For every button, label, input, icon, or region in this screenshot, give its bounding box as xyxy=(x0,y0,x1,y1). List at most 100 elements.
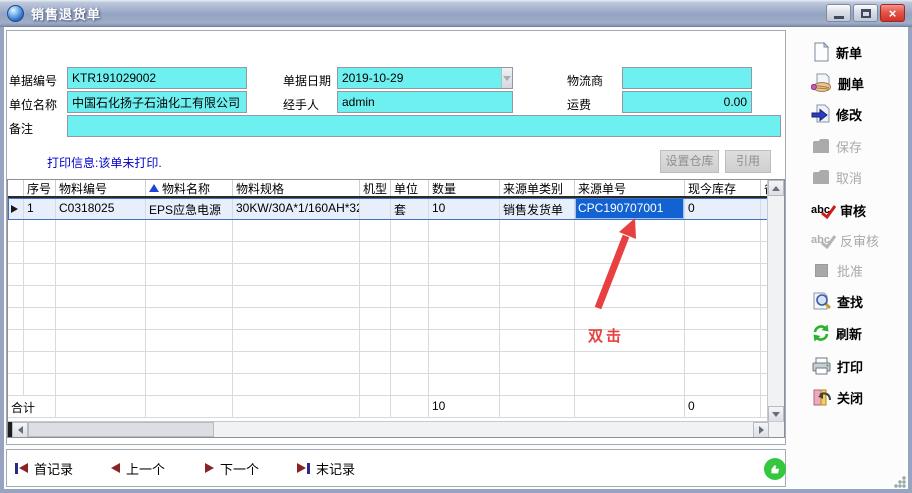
total-row: 合计 10 0 xyxy=(8,396,769,418)
refresh-button[interactable]: 刷新 xyxy=(811,320,862,346)
next-record-icon xyxy=(205,463,214,473)
logistics-field[interactable] xyxy=(622,67,752,89)
header-source-type[interactable]: 来源单类别 xyxy=(500,180,575,196)
total-qty: 10 xyxy=(429,396,500,417)
empty-grid-row xyxy=(8,374,769,396)
close-form-icon xyxy=(811,387,832,407)
quote-button[interactable]: 引用 xyxy=(725,150,771,173)
first-record-icon xyxy=(15,463,28,474)
delete-order-button[interactable]: 删单 xyxy=(811,70,864,96)
search-label: 查找 xyxy=(837,292,863,311)
freight-label: 运费 xyxy=(567,96,591,113)
nav-next-record[interactable]: 下一个 xyxy=(205,450,259,486)
delete-order-label: 删单 xyxy=(838,74,864,93)
nav-first-label: 首记录 xyxy=(34,459,73,478)
print-icon xyxy=(811,356,832,376)
header-unit[interactable]: 单位 xyxy=(391,180,429,196)
doc-no-field[interactable] xyxy=(67,67,247,89)
cell-unit[interactable]: 套 xyxy=(391,198,429,219)
delete-order-icon xyxy=(811,73,833,93)
cancel-button[interactable]: 取消 xyxy=(811,164,862,190)
unit-name-field[interactable] xyxy=(67,91,247,113)
nav-previous-label: 上一个 xyxy=(126,459,165,478)
resize-grip[interactable] xyxy=(893,475,906,488)
header-seq[interactable]: 序号 xyxy=(24,180,56,196)
hscroll-thumb[interactable] xyxy=(28,422,214,437)
remark-field[interactable] xyxy=(67,115,781,137)
header-stock[interactable]: 现今库存 xyxy=(685,180,761,196)
globe-icon xyxy=(7,5,24,22)
header-qty[interactable]: 数量 xyxy=(429,180,500,196)
new-order-button[interactable]: 新单 xyxy=(811,39,862,65)
scroll-down-button[interactable] xyxy=(768,406,784,422)
handler-field[interactable] xyxy=(337,91,513,113)
row-selector xyxy=(8,198,24,219)
print-info-text: 打印信息:该单未打印. xyxy=(47,154,162,171)
doc-date-field[interactable] xyxy=(338,68,501,88)
header-model[interactable]: 机型 xyxy=(360,180,391,196)
titlebar: 销售退货单 xyxy=(0,0,912,27)
header-code[interactable]: 物料编号 xyxy=(56,180,146,196)
print-button[interactable]: 打印 xyxy=(811,353,863,379)
cancel-label: 取消 xyxy=(836,168,862,187)
modify-button[interactable]: 修改 xyxy=(811,101,862,127)
audit-button[interactable]: abc 审核 xyxy=(811,197,866,223)
set-warehouse-button[interactable]: 设置仓库 xyxy=(660,150,719,173)
new-order-icon xyxy=(811,42,831,62)
nav-previous-record[interactable]: 上一个 xyxy=(111,450,165,486)
cell-code[interactable]: C0318025 xyxy=(56,198,146,219)
search-button[interactable]: 查找 xyxy=(811,288,863,314)
print-label: 打印 xyxy=(837,357,863,376)
empty-grid-row xyxy=(8,308,769,330)
cell-name[interactable]: EPS应急电源 xyxy=(146,198,233,219)
empty-grid-row xyxy=(8,330,769,352)
new-order-label: 新单 xyxy=(836,43,862,62)
cell-seq[interactable]: 1 xyxy=(24,198,56,219)
modify-icon xyxy=(811,104,831,124)
logistics-label: 物流商 xyxy=(567,72,603,89)
save-label: 保存 xyxy=(836,137,862,156)
cell-qty[interactable]: 10 xyxy=(429,198,500,219)
approve-label: 批准 xyxy=(837,261,863,280)
header-spec[interactable]: 物料规格 xyxy=(233,180,360,196)
unaudit-label: 反审核 xyxy=(840,231,879,250)
minimize-button[interactable] xyxy=(826,4,851,22)
cell-model[interactable] xyxy=(360,198,391,219)
cell-spec[interactable]: 30KW/30A*1/160AH*32 xyxy=(233,198,360,219)
approve-button[interactable]: 批准 xyxy=(811,257,863,283)
header-name-label: 物料名称 xyxy=(162,180,210,196)
empty-grid-row xyxy=(8,242,769,264)
header-name[interactable]: 物料名称 xyxy=(146,180,233,196)
save-button[interactable]: 保存 xyxy=(811,133,862,159)
cell-source-no[interactable]: CPC190707001 xyxy=(575,198,685,219)
cell-stock[interactable]: 0 xyxy=(685,198,761,219)
arrow-right-icon xyxy=(759,426,764,434)
doc-date-combo xyxy=(337,67,513,89)
audit-icon: abc xyxy=(811,204,835,216)
nav-last-label: 末记录 xyxy=(316,459,355,478)
unaudit-button[interactable]: abc 反审核 xyxy=(811,227,879,253)
nav-last-record[interactable]: 末记录 xyxy=(297,450,355,486)
scroll-right-button[interactable] xyxy=(753,422,769,438)
header-selector xyxy=(8,180,24,196)
maximize-button[interactable] xyxy=(853,4,878,22)
selected-row[interactable]: 1 C0318025 EPS应急电源 30KW/30A*1/160AH*32 套… xyxy=(8,198,769,220)
close-button[interactable] xyxy=(880,4,905,22)
empty-grid-row xyxy=(8,220,769,242)
window-controls xyxy=(826,4,905,22)
scroll-left-button[interactable] xyxy=(12,422,28,438)
vertical-scrollbar[interactable] xyxy=(767,180,784,422)
sort-asc-icon xyxy=(149,184,159,192)
items-grid: 序号 物料编号 物料名称 物料规格 机型 单位 数量 来源单类别 来源单号 现今… xyxy=(7,179,785,438)
cell-source-type[interactable]: 销售发货单 xyxy=(500,198,575,219)
window-title: 销售退货单 xyxy=(31,4,101,23)
header-source-no[interactable]: 来源单号 xyxy=(575,180,685,196)
scroll-up-button[interactable] xyxy=(768,180,784,196)
close-form-button[interactable]: 关闭 xyxy=(811,384,863,410)
nav-first-record[interactable]: 首记录 xyxy=(15,450,73,486)
scrollbar-corner xyxy=(769,422,785,437)
doc-date-label: 单据日期 xyxy=(283,72,331,89)
doc-date-dropdown-button[interactable] xyxy=(501,68,512,88)
freight-field[interactable] xyxy=(622,91,752,113)
horizontal-scrollbar[interactable] xyxy=(8,421,785,437)
